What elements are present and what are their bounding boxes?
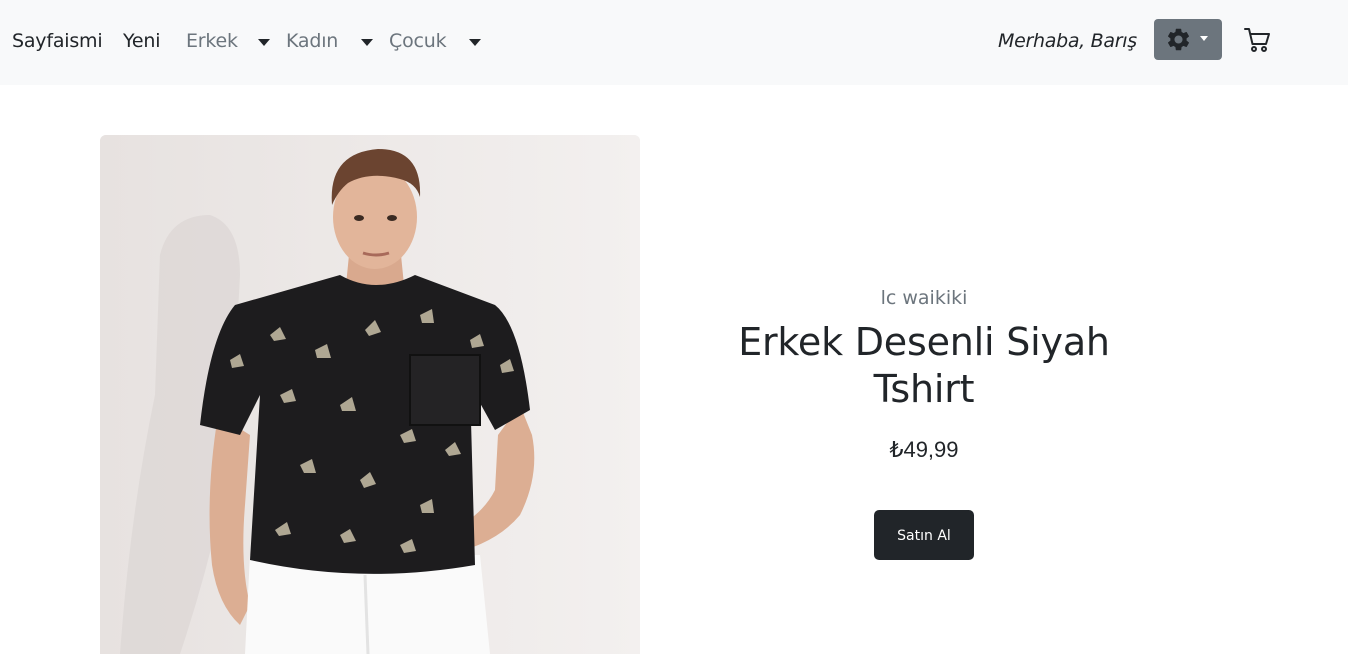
nav-dropdown-kids[interactable]: Çocuk	[389, 30, 447, 52]
product-title: Erkek Desenli Siyah Tshirt	[738, 320, 1110, 411]
product-info: lc waikiki Erkek Desenli Siyah Tshirt ₺4…	[640, 280, 1208, 560]
gear-icon	[1167, 28, 1190, 51]
product-price: ₺49,99	[889, 437, 959, 462]
settings-dropdown-button[interactable]	[1154, 19, 1222, 60]
nav-dropdown-men[interactable]: Erkek	[186, 30, 238, 52]
chevron-down-icon[interactable]	[258, 39, 270, 46]
product-brand: lc waikiki	[880, 287, 968, 309]
chevron-down-icon[interactable]	[361, 39, 373, 46]
top-navbar: Sayfaismi Yeni Erkek Kadın Çocuk Merhaba…	[0, 0, 1348, 85]
nav-link-new[interactable]: Yeni	[123, 30, 160, 52]
buy-button[interactable]: Satın Al	[874, 510, 974, 560]
nav-dropdown-women[interactable]: Kadın	[286, 30, 338, 52]
user-greeting: Merhaba, Barış	[998, 30, 1137, 52]
chevron-down-icon[interactable]	[469, 39, 481, 46]
cart-icon[interactable]	[1244, 27, 1271, 53]
chevron-down-icon	[1200, 36, 1208, 41]
navbar-brand[interactable]: Sayfaismi	[12, 30, 103, 52]
product-image	[100, 135, 640, 654]
